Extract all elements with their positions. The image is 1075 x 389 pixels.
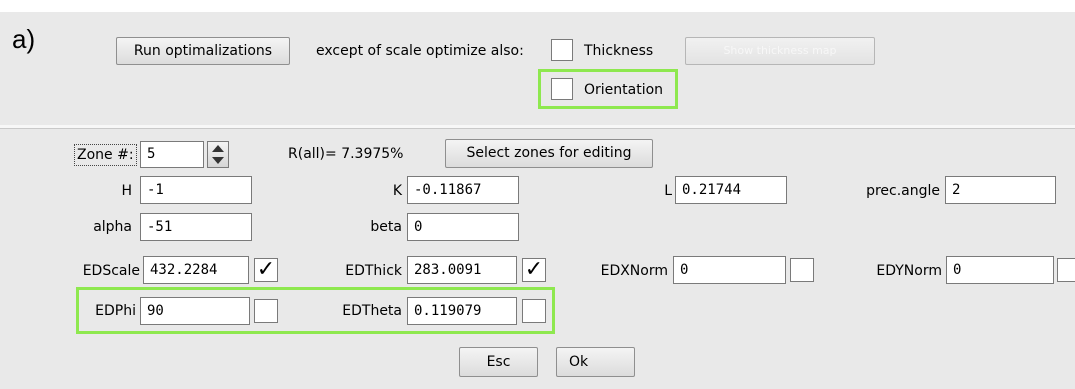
beta-label: beta (370, 219, 402, 235)
edthick-checkbox[interactable]: ✓ (522, 258, 546, 282)
alpha-input[interactable]: -51 (140, 213, 252, 241)
esc-button[interactable]: Esc (459, 347, 538, 377)
prec-angle-label: prec.angle (866, 183, 940, 199)
k-input[interactable]: -0.11867 (407, 176, 519, 204)
l-input[interactable]: 0.21744 (675, 176, 787, 204)
select-zones-button[interactable]: Select zones for editing (445, 139, 653, 168)
edtheta-input[interactable]: 0.119079 (407, 297, 517, 325)
show-thickness-map-button: Show thickness map (685, 37, 875, 65)
edtheta-checkbox[interactable] (522, 299, 546, 323)
edxnorm-checkbox[interactable] (790, 258, 814, 282)
zone-label: Zone #: (74, 144, 137, 166)
edynorm-checkbox[interactable] (1057, 258, 1075, 282)
k-label: K (392, 183, 402, 199)
h-input[interactable]: -1 (140, 176, 252, 204)
edscale-label: EDScale (82, 263, 140, 279)
beta-input[interactable]: 0 (407, 213, 519, 241)
thickness-checkbox[interactable] (551, 39, 573, 61)
edthick-label: EDThick (345, 263, 402, 279)
r-all-readout: R(all)= 7.3975% (288, 146, 404, 162)
orientation-label: Orientation (584, 82, 664, 98)
ok-button[interactable]: Ok (556, 347, 635, 377)
h-label: H (121, 183, 132, 199)
edxnorm-label: EDXNorm (600, 263, 668, 279)
thickness-label: Thickness (584, 43, 654, 59)
edxnorm-input[interactable]: 0 (673, 256, 786, 284)
edynorm-label: EDYNorm (876, 263, 942, 279)
edthick-input[interactable]: 283.0091 (407, 256, 517, 284)
edphi-checkbox[interactable] (254, 299, 278, 323)
edphi-label: EDPhi (95, 303, 136, 319)
spinner-arrows-icon (212, 145, 224, 164)
alpha-label: alpha (93, 219, 132, 235)
orientation-checkbox[interactable] (551, 78, 573, 100)
zone-number-input[interactable]: 5 (140, 141, 204, 168)
edtheta-label: EDTheta (342, 303, 402, 319)
edphi-input[interactable]: 90 (140, 297, 250, 325)
except-label: except of scale optimize also: (316, 43, 524, 59)
edynorm-input[interactable]: 0 (946, 256, 1054, 284)
run-optimizations-button[interactable]: Run optimalizations (116, 37, 290, 65)
edscale-checkbox[interactable]: ✓ (254, 258, 278, 282)
zone-spinner[interactable] (207, 141, 229, 168)
edscale-input[interactable]: 432.2284 (143, 256, 249, 284)
figure-label: a) (12, 24, 36, 54)
l-label: L (664, 183, 672, 199)
prec-angle-input[interactable]: 2 (945, 176, 1056, 204)
